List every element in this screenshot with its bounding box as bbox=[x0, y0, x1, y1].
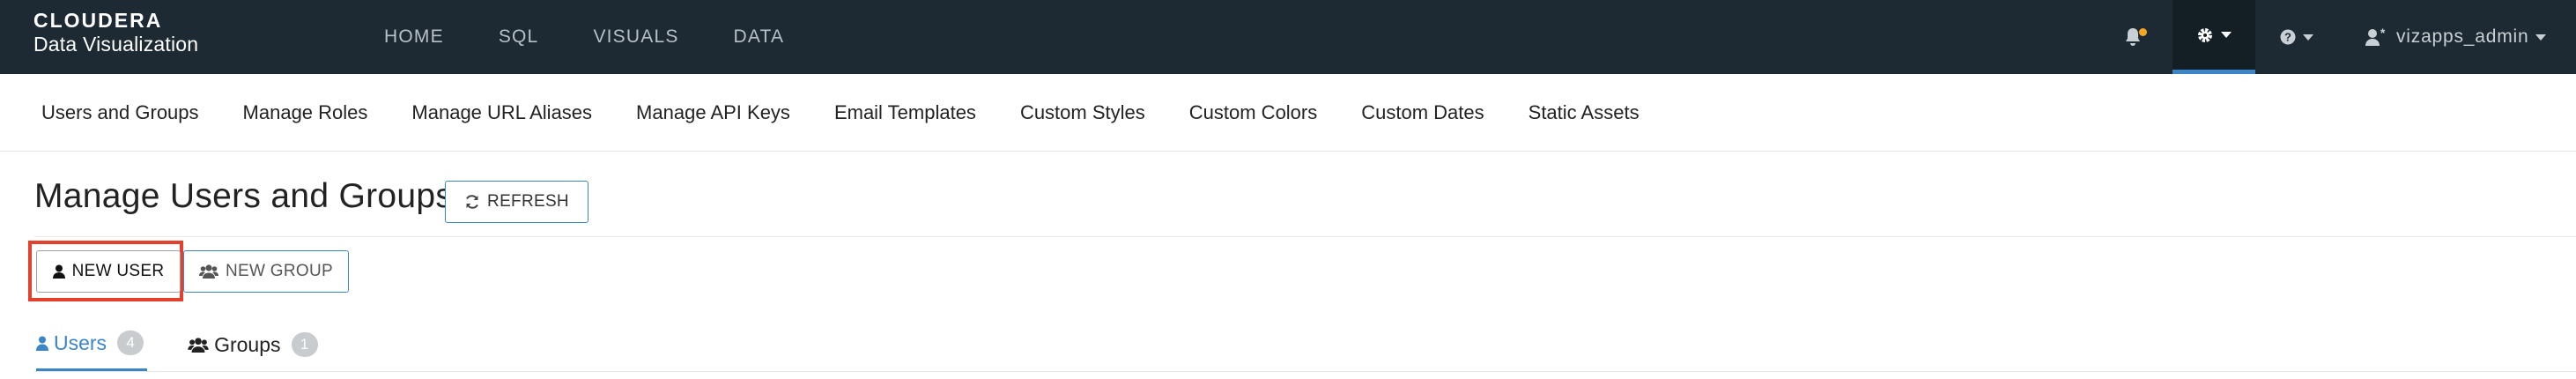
refresh-icon bbox=[466, 195, 478, 209]
refresh-button[interactable]: REFRESH bbox=[445, 181, 588, 223]
subnav-custom-styles[interactable]: Custom Styles bbox=[1020, 101, 1145, 124]
help-menu-button[interactable]: ? bbox=[2280, 0, 2313, 74]
nav-item-data[interactable]: DATA bbox=[734, 26, 785, 48]
nav-item-home[interactable]: HOME bbox=[384, 26, 444, 48]
gear-icon bbox=[2198, 27, 2212, 42]
user-icon bbox=[52, 264, 65, 279]
svg-text:?: ? bbox=[2284, 31, 2291, 44]
subnav-email-templates[interactable]: Email Templates bbox=[834, 101, 976, 124]
divider bbox=[34, 236, 2576, 237]
groups-count-badge: 1 bbox=[291, 332, 318, 357]
username-label: vizapps_admin bbox=[2396, 26, 2529, 47]
tab-groups[interactable]: Groups 1 bbox=[188, 317, 318, 372]
brand-logo[interactable]: CLOUDERA Data Visualization bbox=[33, 9, 198, 56]
svg-text:*: * bbox=[2380, 27, 2386, 40]
refresh-label: REFRESH bbox=[487, 192, 569, 211]
tabs-underline bbox=[34, 371, 2576, 372]
nav-item-visuals[interactable]: VISUALS bbox=[593, 26, 678, 48]
tab-groups-label: Groups bbox=[214, 332, 281, 356]
tab-users-label: Users bbox=[54, 331, 107, 354]
tab-users[interactable]: Users 4 bbox=[36, 317, 148, 372]
new-user-button[interactable]: NEW USER bbox=[36, 250, 181, 293]
subnav-static-assets[interactable]: Static Assets bbox=[1529, 101, 1640, 124]
admin-subnav: Users and Groups Manage Roles Manage URL… bbox=[0, 74, 2576, 152]
new-group-button[interactable]: NEW GROUP bbox=[183, 250, 349, 293]
user-icon bbox=[36, 336, 48, 351]
brand-subtitle: Data Visualization bbox=[33, 33, 199, 56]
users-groups-tabs: Users 4 Groups 1 bbox=[36, 317, 359, 372]
user-menu-button[interactable]: * vizapps_admin bbox=[2365, 0, 2547, 74]
subnav-users-and-groups[interactable]: Users and Groups bbox=[41, 101, 199, 124]
subnav-manage-api-keys[interactable]: Manage API Keys bbox=[636, 101, 790, 124]
users-icon bbox=[188, 337, 209, 353]
subnav-manage-roles[interactable]: Manage Roles bbox=[243, 101, 368, 124]
nav-item-sql[interactable]: SQL bbox=[499, 26, 539, 48]
user-admin-icon: * bbox=[2365, 27, 2386, 46]
chevron-down-icon bbox=[2535, 33, 2547, 41]
notifications-button[interactable] bbox=[2123, 0, 2147, 74]
settings-menu-button[interactable] bbox=[2173, 0, 2255, 74]
subnav-custom-colors[interactable]: Custom Colors bbox=[1189, 101, 1317, 124]
chevron-down-icon bbox=[2303, 33, 2313, 41]
new-user-label: NEW USER bbox=[71, 262, 165, 280]
notification-dot bbox=[2139, 28, 2147, 36]
page-title: Manage Users and Groups bbox=[34, 177, 454, 215]
main-nav: HOME SQL VISUALS DATA bbox=[384, 0, 839, 74]
users-count-badge: 4 bbox=[117, 331, 144, 355]
users-icon bbox=[199, 264, 218, 279]
top-navbar: CLOUDERA Data Visualization HOME SQL VIS… bbox=[0, 0, 2576, 74]
new-group-label: NEW GROUP bbox=[226, 262, 333, 280]
subnav-custom-dates[interactable]: Custom Dates bbox=[1361, 101, 1484, 124]
brand-name: CLOUDERA bbox=[33, 9, 163, 32]
chevron-down-icon bbox=[2221, 32, 2232, 38]
help-icon: ? bbox=[2280, 29, 2296, 45]
subnav-manage-url-aliases[interactable]: Manage URL Aliases bbox=[411, 101, 592, 124]
